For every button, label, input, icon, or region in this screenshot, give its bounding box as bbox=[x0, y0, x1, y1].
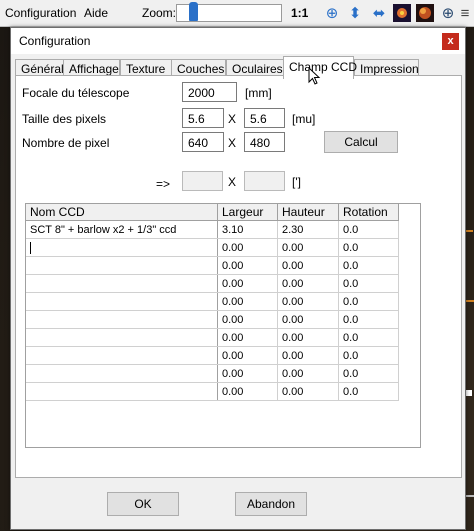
cell-name[interactable] bbox=[26, 364, 218, 383]
cell-rotation[interactable]: 0.0 bbox=[338, 364, 399, 383]
zoom-slider-thumb[interactable] bbox=[189, 2, 198, 21]
pixel-count-y-input[interactable]: 480 bbox=[244, 132, 285, 152]
cell-rotation[interactable]: 0.0 bbox=[338, 382, 399, 401]
cell-largeur[interactable]: 0.00 bbox=[217, 328, 278, 347]
galaxy-image-icon[interactable] bbox=[393, 4, 411, 22]
cell-rotation[interactable]: 0.0 bbox=[338, 256, 399, 275]
cell-name[interactable] bbox=[26, 256, 218, 275]
cell-rotation[interactable]: 0.0 bbox=[338, 328, 399, 347]
mouse-pointer-icon bbox=[308, 67, 321, 85]
cell-hauteur[interactable]: 0.00 bbox=[277, 238, 339, 257]
equatorial-grid-icon[interactable]: ≡ bbox=[458, 4, 472, 22]
result-arrow: => bbox=[156, 177, 171, 191]
cell-name[interactable]: SCT 8" + barlow x2 + 1/3" ccd bbox=[26, 220, 218, 239]
cell-hauteur[interactable]: 0.00 bbox=[277, 256, 339, 275]
cell-hauteur[interactable]: 0.00 bbox=[277, 328, 339, 347]
pixel-size-unit: [mu] bbox=[292, 112, 316, 126]
cell-largeur[interactable]: 0.00 bbox=[217, 382, 278, 401]
zoom-ratio[interactable]: 1:1 bbox=[291, 6, 308, 20]
pixel-size-x-input[interactable]: 5.6 bbox=[182, 108, 224, 128]
result-x-output bbox=[182, 171, 223, 191]
cell-hauteur[interactable]: 0.00 bbox=[277, 292, 339, 311]
table-row: 0.00 0.00 0.0 bbox=[26, 256, 399, 275]
table-row: 0.00 0.00 0.0 bbox=[26, 274, 399, 293]
cell-rotation[interactable]: 0.0 bbox=[338, 274, 399, 293]
ccd-grid[interactable]: Nom CCD Largeur Hauteur Rotation SCT 8" … bbox=[25, 203, 421, 448]
cell-name[interactable] bbox=[26, 346, 218, 365]
nebula-image-icon[interactable] bbox=[416, 4, 434, 22]
table-row: 0.00 0.00 0.0 bbox=[26, 346, 399, 365]
focal-unit: [mm] bbox=[245, 86, 272, 100]
cell-largeur[interactable]: 0.00 bbox=[217, 274, 278, 293]
pixel-count-x-sep: X bbox=[228, 136, 237, 150]
calcul-button[interactable]: Calcul bbox=[324, 131, 398, 153]
dialog-titlebar[interactable]: Configuration x bbox=[11, 28, 465, 54]
ccd-panel: Focale du télescope 2000 [mm] Taille des… bbox=[15, 75, 462, 478]
pixel-count-x-input[interactable]: 640 bbox=[182, 132, 224, 152]
table-row: 0.00 0.00 0.0 bbox=[26, 238, 399, 257]
globe-grid-icon[interactable]: ⊕ bbox=[323, 4, 341, 22]
table-row: SCT 8" + barlow x2 + 1/3" ccd 3.10 2.30 … bbox=[26, 220, 399, 239]
cell-largeur[interactable]: 0.00 bbox=[217, 238, 278, 257]
horizontal-arrows-icon[interactable]: ⬌ bbox=[370, 4, 388, 22]
cell-rotation[interactable]: 0.0 bbox=[338, 346, 399, 365]
zoom-label: Zoom: bbox=[142, 6, 177, 20]
cell-hauteur[interactable]: 0.00 bbox=[277, 310, 339, 329]
cell-largeur[interactable]: 0.00 bbox=[217, 364, 278, 383]
four-way-arrows-icon[interactable]: ⬍ bbox=[346, 4, 364, 22]
cell-name[interactable] bbox=[26, 310, 218, 329]
cell-name[interactable] bbox=[26, 292, 218, 311]
cell-hauteur[interactable]: 0.00 bbox=[277, 274, 339, 293]
pixel-size-x-sep: X bbox=[228, 112, 237, 126]
cell-hauteur[interactable]: 0.00 bbox=[277, 382, 339, 401]
menu-aide[interactable]: Aide bbox=[84, 6, 108, 20]
text-caret bbox=[30, 241, 31, 254]
pixel-count-label: Nombre de pixel bbox=[22, 136, 110, 150]
col-header-largeur[interactable]: Largeur bbox=[217, 204, 278, 221]
cell-rotation[interactable]: 0.0 bbox=[338, 220, 399, 239]
cell-rotation[interactable]: 0.0 bbox=[338, 310, 399, 329]
cell-hauteur[interactable]: 2.30 bbox=[277, 220, 339, 239]
ok-button[interactable]: OK bbox=[107, 492, 179, 516]
table-row: 0.00 0.00 0.0 bbox=[26, 382, 399, 401]
focal-input[interactable]: 2000 bbox=[182, 82, 237, 102]
cell-name[interactable] bbox=[26, 274, 218, 293]
table-row: 0.00 0.00 0.0 bbox=[26, 292, 399, 311]
cell-largeur[interactable]: 3.10 bbox=[217, 220, 278, 239]
configuration-dialog: Configuration x Général Affichage Textur… bbox=[10, 27, 466, 530]
cell-hauteur[interactable]: 0.00 bbox=[277, 346, 339, 365]
app-toolbar: Configuration Aide Zoom: 1:1 ⊕ ⬍ ⬌ ⊕ ≡ bbox=[0, 0, 474, 27]
pixel-size-label: Taille des pixels bbox=[22, 112, 107, 126]
focal-label: Focale du télescope bbox=[22, 86, 130, 100]
table-row: 0.00 0.00 0.0 bbox=[26, 364, 399, 383]
result-y-output bbox=[244, 171, 285, 191]
pixel-size-y-input[interactable]: 5.6 bbox=[244, 108, 285, 128]
cancel-button[interactable]: Abandon bbox=[235, 492, 307, 516]
cell-largeur[interactable]: 0.00 bbox=[217, 256, 278, 275]
cell-hauteur[interactable]: 0.00 bbox=[277, 364, 339, 383]
table-row: 0.00 0.00 0.0 bbox=[26, 328, 399, 347]
cell-name-editing[interactable] bbox=[26, 238, 218, 257]
menu-configuration[interactable]: Configuration bbox=[5, 6, 76, 20]
cell-rotation[interactable]: 0.0 bbox=[338, 292, 399, 311]
globe-icon[interactable]: ⊕ bbox=[439, 4, 457, 22]
cell-rotation[interactable]: 0.0 bbox=[338, 238, 399, 257]
table-row: 0.00 0.00 0.0 bbox=[26, 310, 399, 329]
result-x-sep: X bbox=[228, 175, 237, 189]
cell-largeur[interactable]: 0.00 bbox=[217, 346, 278, 365]
cell-name[interactable] bbox=[26, 382, 218, 401]
close-button[interactable]: x bbox=[442, 33, 459, 50]
col-header-hauteur[interactable]: Hauteur bbox=[277, 204, 339, 221]
grid-header-row: Nom CCD Largeur Hauteur Rotation bbox=[26, 204, 399, 221]
col-header-nom-ccd[interactable]: Nom CCD bbox=[26, 204, 218, 221]
cell-name[interactable] bbox=[26, 328, 218, 347]
result-unit: ['] bbox=[292, 175, 301, 189]
cell-largeur[interactable]: 0.00 bbox=[217, 310, 278, 329]
dialog-title: Configuration bbox=[19, 34, 91, 48]
col-header-rotation[interactable]: Rotation bbox=[338, 204, 399, 221]
cell-largeur[interactable]: 0.00 bbox=[217, 292, 278, 311]
